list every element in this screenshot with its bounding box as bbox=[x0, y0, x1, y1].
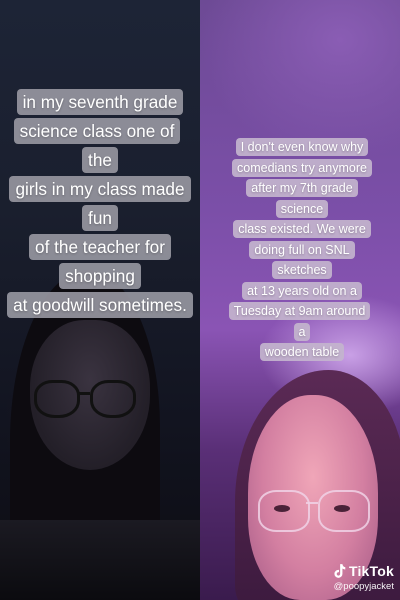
left-caption-line: in my seventh grade bbox=[16, 89, 184, 115]
left-glasses-lens bbox=[34, 380, 80, 418]
right-caption-line: comedians try anymore bbox=[232, 158, 372, 177]
right-caption-line: wooden table bbox=[259, 343, 345, 361]
right-caption-line: after my 7th grade science bbox=[246, 179, 358, 218]
right-caption-line: I don't even know why bbox=[235, 138, 369, 156]
tiktok-watermark: TikTok @poopyjacket bbox=[332, 563, 394, 592]
right-caption-line: at 13 years old on a bbox=[242, 281, 362, 300]
left-caption-line: science class one of the bbox=[13, 118, 181, 173]
left-caption-line: girls in my class made fun bbox=[9, 176, 191, 231]
right-caption-line: class existed. We were bbox=[233, 220, 371, 238]
creator-handle: @poopyjacket bbox=[333, 581, 394, 592]
left-person-shirt bbox=[0, 520, 200, 600]
right-glasses-lens bbox=[318, 490, 370, 532]
tiktok-brand-label: TikTok bbox=[348, 563, 394, 579]
left-caption-line: of the teacher for shopping bbox=[29, 234, 171, 289]
right-glasses-lens bbox=[258, 490, 310, 532]
tiktok-logo-icon bbox=[334, 564, 346, 578]
right-caption-line: Tuesday at 9am around a bbox=[228, 302, 371, 341]
right-caption-line: doing full on SNL sketches bbox=[249, 240, 355, 279]
left-glasses-bridge bbox=[77, 392, 90, 395]
right-caption: I don't even know why comedians try anym… bbox=[228, 137, 376, 363]
left-caption-line: at goodwill sometimes. bbox=[7, 292, 193, 318]
left-glasses-lens bbox=[90, 380, 136, 418]
right-glasses-bridge bbox=[306, 502, 318, 504]
left-caption: in my seventh grade science class one of… bbox=[4, 88, 196, 320]
